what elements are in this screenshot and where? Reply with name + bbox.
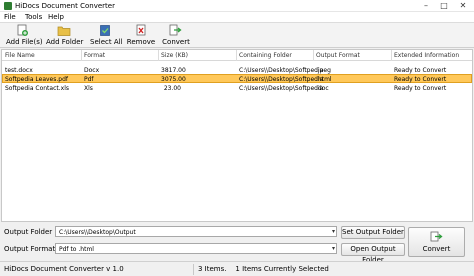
- convert-icon: [169, 24, 182, 36]
- menu-file[interactable]: File: [4, 13, 16, 21]
- menu-bar: File Tools Help: [0, 12, 474, 23]
- cell-folder: C:\Users\\Desktop\Softpedia: [239, 76, 324, 83]
- output-folder-label: Output Folder :: [4, 228, 57, 236]
- select-all-icon: [100, 25, 110, 36]
- convert-toolbar-label: Convert: [162, 38, 190, 46]
- cell-extended-info: Ready to Convert: [394, 85, 447, 92]
- list-header: File Name Format Size (KB) Containing Fo…: [2, 50, 472, 61]
- header-output-format[interactable]: Output Format: [316, 52, 360, 59]
- select-all-label: Select All: [90, 38, 123, 46]
- cell-folder: C:\Users\\Desktop\Softpedia: [239, 67, 324, 74]
- close-icon[interactable]: ✕: [455, 0, 471, 12]
- status-bar: HiDocs Document Converter v 1.0 3 Items.…: [0, 261, 474, 276]
- cell-format: Xls: [84, 85, 93, 92]
- maximize-icon[interactable]: □: [436, 0, 452, 12]
- cell-output-format: .jpeg: [316, 67, 331, 74]
- output-panel: Output Folder : C:\Users\\Desktop\Output…: [0, 223, 474, 264]
- convert-button-label: Convert: [422, 245, 451, 253]
- add-file-icon: [17, 24, 28, 36]
- output-format-select[interactable]: Pdf to .html ▾: [55, 243, 337, 254]
- menu-tools[interactable]: Tools: [25, 13, 42, 21]
- output-format-value: Pdf to .html: [59, 246, 94, 253]
- header-extended-info[interactable]: Extended Information: [394, 52, 459, 59]
- cell-output-format: .html: [316, 76, 332, 83]
- add-folder-label: Add Folder: [46, 38, 84, 46]
- remove-icon: [136, 24, 146, 36]
- select-all-button[interactable]: Select All: [90, 24, 123, 46]
- convert-toolbar-button[interactable]: Convert: [162, 24, 190, 46]
- cell-size: 3075.00: [161, 76, 186, 83]
- title-bar: HiDocs Document Converter – □ ✕: [0, 0, 474, 12]
- open-output-folder-button[interactable]: Open Output Folder: [341, 243, 405, 264]
- header-size[interactable]: Size (KB): [161, 52, 188, 59]
- cell-extended-info: Ready to Convert: [394, 67, 447, 74]
- add-folder-button[interactable]: Add Folder: [46, 24, 84, 46]
- header-format[interactable]: Format: [84, 52, 105, 59]
- remove-button[interactable]: Remove: [126, 24, 156, 46]
- chevron-down-icon[interactable]: ▾: [332, 245, 335, 252]
- toolbar: Add File(s) Add Folder Select All Remove…: [0, 23, 474, 48]
- window-title: HiDocs Document Converter: [15, 2, 115, 10]
- output-folder-value: C:\Users\\Desktop\Output: [59, 229, 136, 236]
- cell-size: 3817.00: [161, 67, 186, 74]
- cell-format: Pdf: [84, 76, 94, 83]
- status-selection-summary: 3 Items. 1 Items Currently Selected: [198, 265, 329, 273]
- cell-file-name: test.docx: [5, 67, 33, 74]
- convert-icon: [430, 231, 443, 242]
- status-app-version: HiDocs Document Converter v 1.0: [4, 265, 124, 273]
- cell-output-format: .doc: [316, 85, 329, 92]
- cell-format: Docx: [84, 67, 100, 74]
- cell-folder: C:\Users\\Desktop\Softpedia: [239, 85, 324, 92]
- table-row-selected[interactable]: Softpedia Leaves.pdf Pdf 3075.00 C:\User…: [2, 74, 472, 83]
- cell-file-name: Softpedia Contact.xls: [5, 85, 69, 92]
- file-list[interactable]: File Name Format Size (KB) Containing Fo…: [1, 49, 473, 222]
- remove-label: Remove: [126, 38, 156, 46]
- folder-icon: [57, 26, 71, 36]
- add-files-button[interactable]: Add File(s): [6, 24, 43, 46]
- cell-size: 23.00: [163, 85, 181, 92]
- app-icon: [4, 2, 12, 10]
- output-format-label: Output Format :: [4, 245, 60, 253]
- set-output-folder-button[interactable]: Set Output Folder: [341, 226, 405, 239]
- minimize-icon[interactable]: –: [418, 0, 434, 12]
- add-files-label: Add File(s): [6, 38, 43, 46]
- convert-button[interactable]: Convert: [408, 227, 465, 257]
- cell-file-name: Softpedia Leaves.pdf: [5, 76, 69, 83]
- menu-help[interactable]: Help: [48, 13, 64, 21]
- chevron-down-icon[interactable]: ▾: [332, 228, 335, 235]
- header-file-name[interactable]: File Name: [5, 52, 35, 59]
- output-folder-field[interactable]: C:\Users\\Desktop\Output ▾: [55, 226, 337, 237]
- header-containing-folder[interactable]: Containing Folder: [239, 52, 292, 59]
- cell-extended-info: Ready to Convert: [394, 76, 447, 83]
- table-row[interactable]: Softpedia Contact.xls Xls 23.00 C:\Users…: [2, 84, 472, 93]
